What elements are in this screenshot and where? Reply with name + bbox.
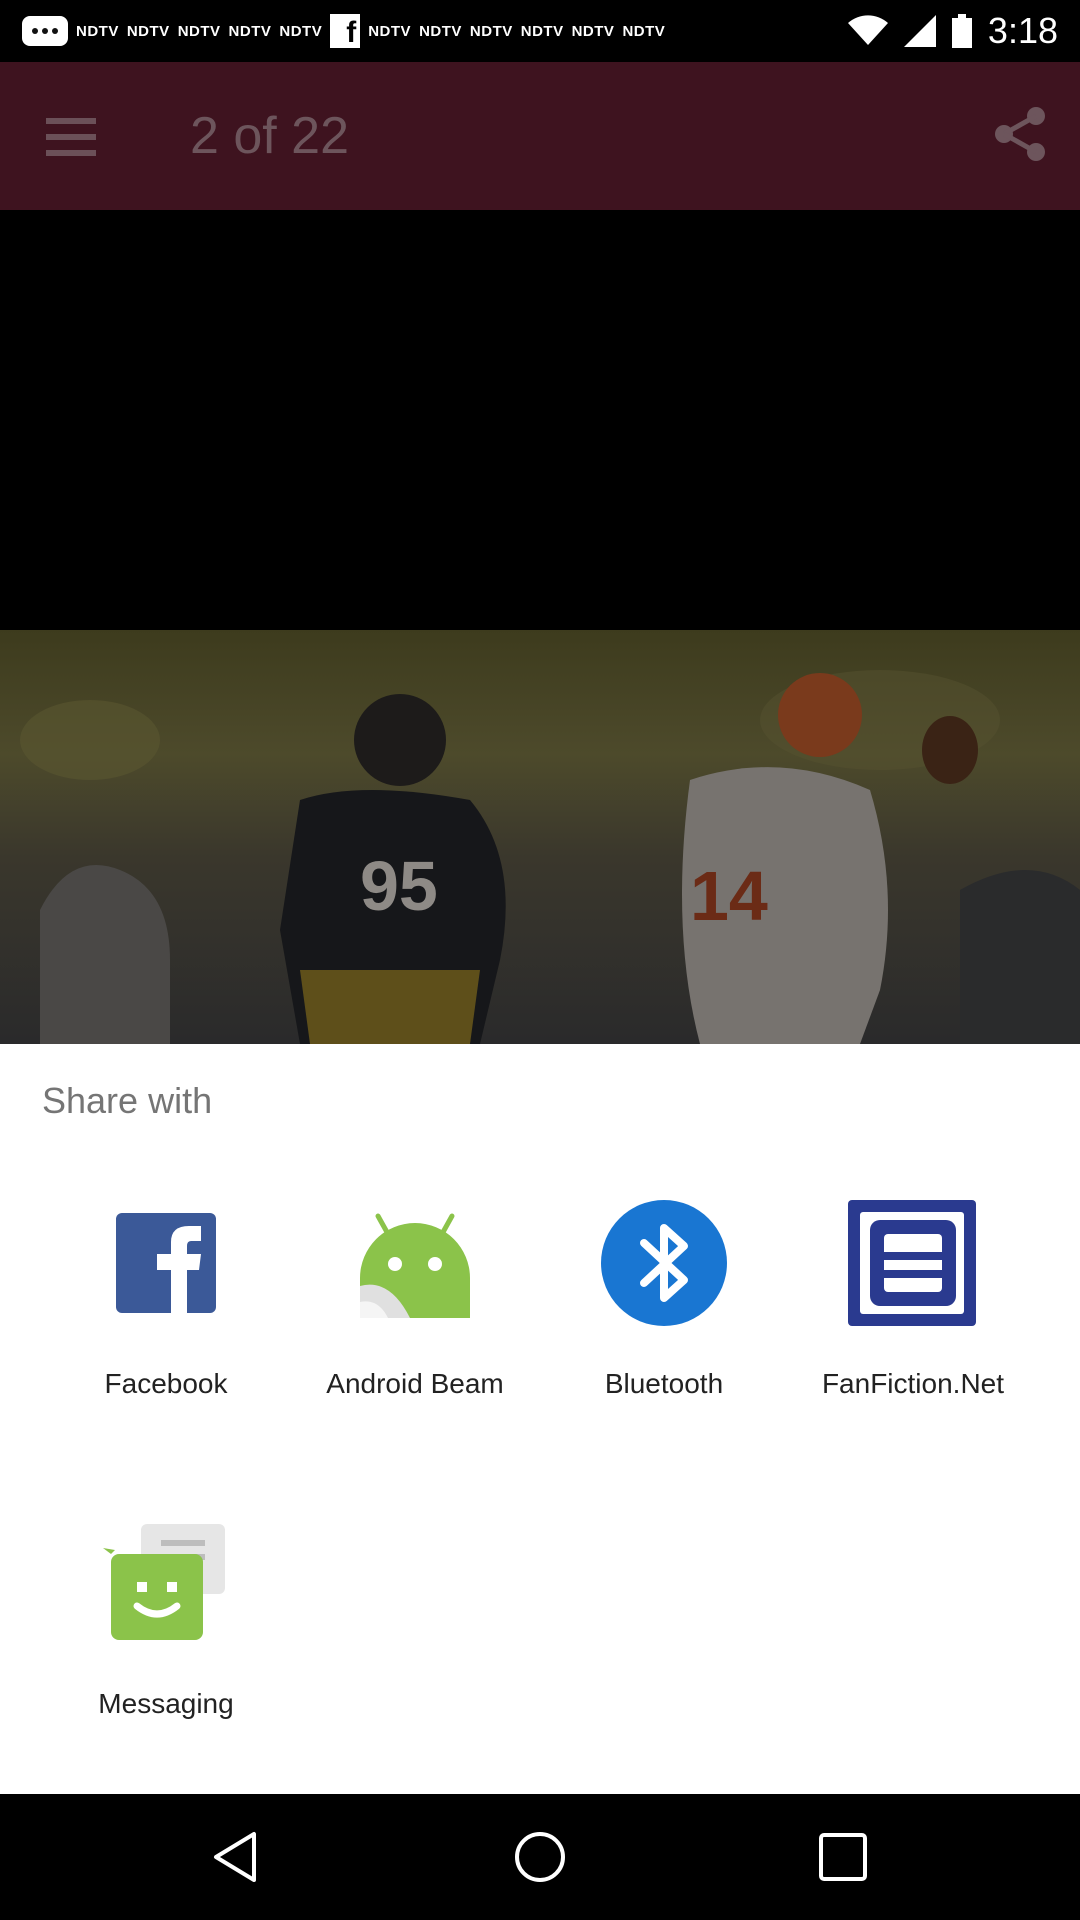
navigation-bar xyxy=(0,1794,1080,1920)
article-photo: 95 14 xyxy=(0,630,1080,1044)
ndtv-notification-icon: NDTV xyxy=(279,22,323,40)
ndtv-notification-icon: NDTV xyxy=(622,22,666,40)
home-icon[interactable] xyxy=(513,1830,567,1884)
share-target-label: Android Beam xyxy=(326,1368,504,1399)
share-sheet-title: Share with xyxy=(42,1080,213,1121)
svg-text:95: 95 xyxy=(360,847,438,925)
recents-icon[interactable] xyxy=(816,1830,870,1884)
ndtv-notification-icon: NDTV xyxy=(228,22,272,40)
android-beam-icon xyxy=(350,1198,480,1328)
share-target-label: FanFiction.Net xyxy=(821,1368,1005,1399)
share-sheet: Share with Facebook Android Beam Bluetoo… xyxy=(0,1044,1080,1794)
wifi-icon xyxy=(847,15,888,45)
svg-text:14: 14 xyxy=(690,857,768,935)
status-bar: NDTV NDTV NDTV NDTV NDTV f NDTV NDTV NDT… xyxy=(0,0,1080,62)
facebook-notification-icon: f xyxy=(330,14,361,48)
menu-icon[interactable] xyxy=(46,118,96,156)
facebook-icon xyxy=(101,1198,231,1328)
ndtv-notification-icon: NDTV xyxy=(571,22,615,40)
share-target-label: Messaging xyxy=(98,1688,234,1719)
fanfiction-icon xyxy=(848,1198,978,1328)
app-bar: 2 of 22 xyxy=(0,62,1080,210)
football-players-image: 95 14 xyxy=(20,670,1080,1044)
clock: 3:18 xyxy=(987,10,1058,51)
ndtv-notification-icon: NDTV xyxy=(177,22,221,40)
ndtv-notification-icon: NDTV xyxy=(126,22,170,40)
content-area xyxy=(0,210,1080,630)
bluetooth-icon xyxy=(599,1198,729,1328)
share-target-label: Bluetooth xyxy=(604,1368,724,1399)
ndtv-notification-icon: NDTV xyxy=(520,22,564,40)
more-notifications-icon xyxy=(22,16,68,46)
page-counter: 2 of 22 xyxy=(190,107,350,165)
share-target-messaging[interactable]: Messaging xyxy=(41,1518,291,1720)
share-target-facebook[interactable]: Facebook xyxy=(41,1198,291,1400)
share-target-fanfiction[interactable]: FanFiction.Net xyxy=(788,1198,1038,1400)
ndtv-notification-icon: NDTV xyxy=(76,22,119,40)
share-target-android-beam[interactable]: Android Beam xyxy=(290,1198,540,1400)
back-icon[interactable] xyxy=(210,1830,264,1884)
share-icon[interactable] xyxy=(994,106,1046,162)
share-target-label: Facebook xyxy=(104,1368,228,1399)
battery-icon xyxy=(951,14,972,48)
ndtv-notification-icon: NDTV xyxy=(368,22,412,40)
signal-icon xyxy=(903,15,936,47)
messaging-icon xyxy=(101,1518,231,1648)
ndtv-notification-icon: NDTV xyxy=(469,22,513,40)
share-target-bluetooth[interactable]: Bluetooth xyxy=(539,1198,789,1400)
ndtv-notification-icon: NDTV xyxy=(419,22,462,40)
notification-icons: NDTV NDTV NDTV NDTV NDTV f NDTV NDTV NDT… xyxy=(0,14,665,48)
